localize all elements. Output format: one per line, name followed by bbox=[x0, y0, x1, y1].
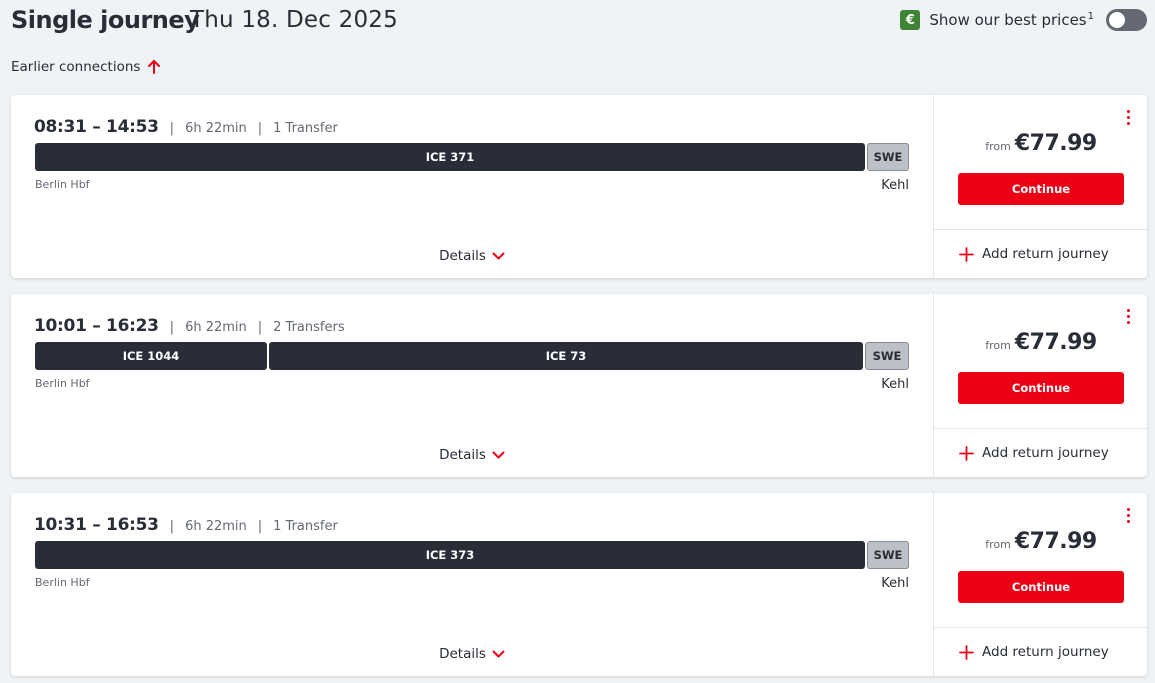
segment-bar: ICE 373 SWE bbox=[35, 541, 909, 569]
journey-card: 10:31 – 16:53 | 6h 22min | 1 Transfer ICE 373… bbox=[11, 493, 1148, 676]
best-prices-toggle-row[interactable]: € Show our best prices1 bbox=[900, 9, 1147, 31]
journey-times: 08:31 – 14:53 bbox=[34, 117, 159, 137]
divider bbox=[934, 229, 1148, 230]
separator: | bbox=[169, 121, 175, 136]
bus-segment: SWE bbox=[867, 541, 909, 569]
price-amount: €77.99 bbox=[1014, 330, 1097, 355]
segment-bar: ICE 1044 ICE 73 SWE bbox=[35, 342, 909, 370]
details-toggle[interactable]: Details bbox=[11, 248, 933, 264]
more-vertical-icon[interactable] bbox=[1123, 508, 1133, 526]
separator: | bbox=[169, 320, 175, 335]
price-panel: from €77.99 Continue Add return journey bbox=[933, 493, 1148, 676]
price-prefix: from bbox=[985, 140, 1011, 153]
bus-segment: SWE bbox=[867, 143, 909, 171]
more-vertical-icon[interactable] bbox=[1123, 110, 1133, 128]
journey-transfers: 1 Transfer bbox=[273, 121, 338, 136]
euro-icon: € bbox=[900, 10, 921, 30]
price-amount: €77.99 bbox=[1014, 131, 1097, 156]
arrival-station: Kehl bbox=[881, 377, 909, 392]
details-toggle[interactable]: Details bbox=[11, 646, 933, 662]
toggle-knob bbox=[1109, 12, 1125, 28]
journey-info[interactable]: 10:01 – 16:23 | 6h 22min | 2 Transfers ICE 10… bbox=[11, 294, 933, 477]
add-return-journey-button[interactable]: Add return journey bbox=[959, 445, 1109, 461]
chevron-down-icon bbox=[492, 252, 505, 259]
separator: | bbox=[257, 320, 263, 335]
arrow-up-icon bbox=[148, 60, 161, 74]
add-return-journey-button[interactable]: Add return journey bbox=[959, 644, 1109, 660]
price-line: from €77.99 bbox=[934, 330, 1148, 355]
price-amount: €77.99 bbox=[1014, 529, 1097, 554]
price-line: from €77.99 bbox=[934, 131, 1148, 156]
plus-icon bbox=[959, 445, 974, 461]
journey-transfers: 1 Transfer bbox=[273, 519, 338, 534]
add-return-journey-button[interactable]: Add return journey bbox=[959, 246, 1109, 262]
best-prices-toggle[interactable] bbox=[1106, 9, 1147, 31]
add-return-label: Add return journey bbox=[982, 445, 1109, 461]
journey-summary: 10:01 – 16:23 | 6h 22min | 2 Transfers bbox=[34, 316, 345, 336]
price-prefix: from bbox=[985, 339, 1011, 352]
details-label: Details bbox=[439, 646, 486, 662]
departure-station: Berlin Hbf bbox=[35, 377, 90, 390]
details-label: Details bbox=[439, 447, 486, 463]
divider bbox=[934, 428, 1148, 429]
departure-station: Berlin Hbf bbox=[35, 576, 90, 589]
continue-button[interactable]: Continue bbox=[958, 571, 1124, 603]
add-return-label: Add return journey bbox=[982, 644, 1109, 660]
price-line: from €77.99 bbox=[934, 529, 1148, 554]
footnote-marker: 1 bbox=[1087, 11, 1094, 22]
travel-date: Thu 18. Dec 2025 bbox=[190, 7, 398, 33]
train-segment: ICE 1044 bbox=[35, 342, 267, 370]
separator: | bbox=[169, 519, 175, 534]
continue-button[interactable]: Continue bbox=[958, 372, 1124, 404]
best-prices-label: Show our best prices1 bbox=[929, 11, 1094, 29]
journey-duration: 6h 22min bbox=[185, 121, 247, 136]
journey-card: 10:01 – 16:23 | 6h 22min | 2 Transfers ICE 10… bbox=[11, 294, 1148, 477]
arrival-station: Kehl bbox=[881, 576, 909, 591]
journey-duration: 6h 22min bbox=[185, 320, 247, 335]
earlier-connections-label: Earlier connections bbox=[11, 59, 141, 75]
continue-button[interactable]: Continue bbox=[958, 173, 1124, 205]
segment-bar: ICE 371 SWE bbox=[35, 143, 909, 171]
bus-segment: SWE bbox=[865, 342, 909, 370]
add-return-label: Add return journey bbox=[982, 246, 1109, 262]
arrival-station: Kehl bbox=[881, 178, 909, 193]
divider bbox=[934, 627, 1148, 628]
journey-info[interactable]: 10:31 – 16:53 | 6h 22min | 1 Transfer ICE 373… bbox=[11, 493, 933, 676]
journey-summary: 10:31 – 16:53 | 6h 22min | 1 Transfer bbox=[34, 515, 338, 535]
separator: | bbox=[257, 519, 263, 534]
earlier-connections-link[interactable]: Earlier connections bbox=[11, 59, 161, 75]
journey-transfers: 2 Transfers bbox=[273, 320, 345, 335]
price-panel: from €77.99 Continue Add return journey bbox=[933, 294, 1148, 477]
separator: | bbox=[257, 121, 263, 136]
journey-times: 10:31 – 16:53 bbox=[34, 515, 159, 535]
price-prefix: from bbox=[985, 538, 1011, 551]
departure-station: Berlin Hbf bbox=[35, 178, 90, 191]
details-toggle[interactable]: Details bbox=[11, 447, 933, 463]
plus-icon bbox=[959, 644, 974, 660]
journey-card: 08:31 – 14:53 | 6h 22min | 1 Transfer ICE 371… bbox=[11, 95, 1148, 278]
page-title: Single journey bbox=[11, 6, 200, 34]
plus-icon bbox=[959, 246, 974, 262]
more-vertical-icon[interactable] bbox=[1123, 309, 1133, 327]
journey-summary: 08:31 – 14:53 | 6h 22min | 1 Transfer bbox=[34, 117, 338, 137]
journey-info[interactable]: 08:31 – 14:53 | 6h 22min | 1 Transfer ICE 371… bbox=[11, 95, 933, 278]
train-segment: ICE 371 bbox=[35, 143, 865, 171]
price-panel: from €77.99 Continue Add return journey bbox=[933, 95, 1148, 278]
train-segment: ICE 73 bbox=[269, 342, 863, 370]
journey-times: 10:01 – 16:23 bbox=[34, 316, 159, 336]
train-segment: ICE 373 bbox=[35, 541, 865, 569]
journey-duration: 6h 22min bbox=[185, 519, 247, 534]
details-label: Details bbox=[439, 248, 486, 264]
chevron-down-icon bbox=[492, 650, 505, 657]
chevron-down-icon bbox=[492, 451, 505, 458]
results-header: Single journey Thu 18. Dec 2025 € Show o… bbox=[11, 4, 1147, 38]
